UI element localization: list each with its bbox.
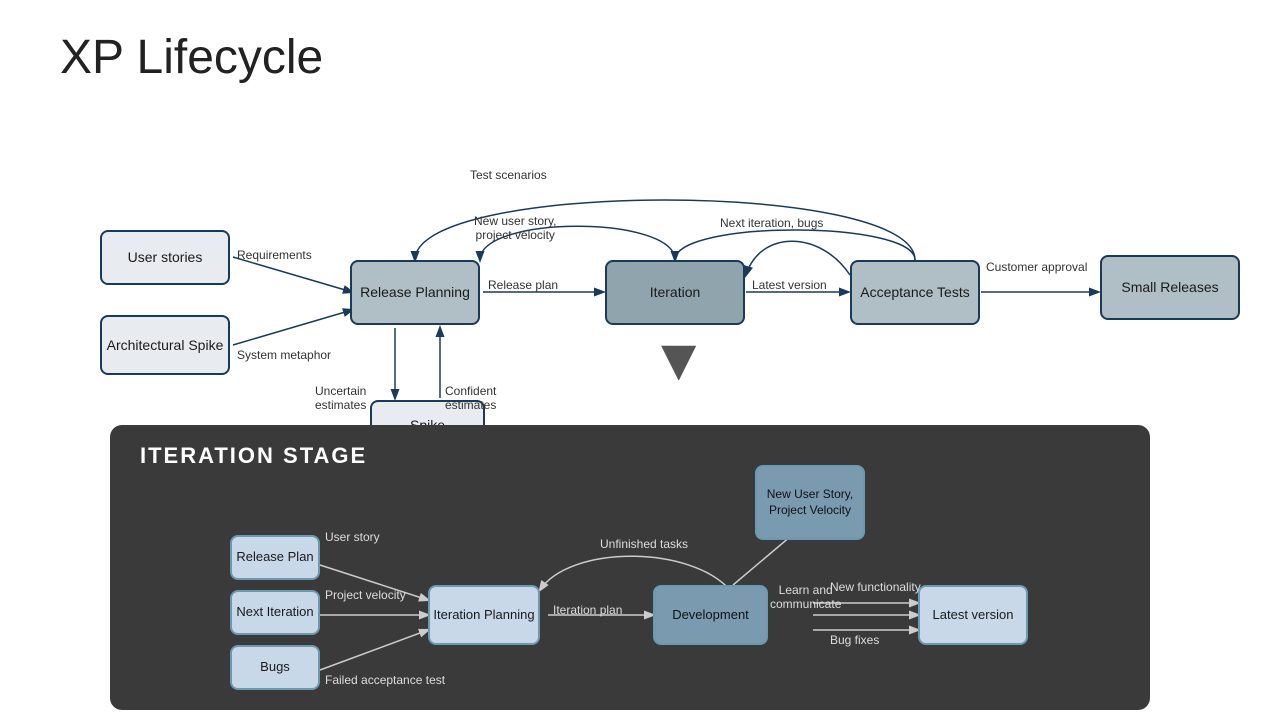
latest-version-box: Latest version xyxy=(918,585,1028,645)
page-title: XP Lifecycle xyxy=(60,30,323,85)
iteration-plan-label: Iteration plan xyxy=(553,603,622,617)
release-planning-box: Release Planning xyxy=(350,260,480,325)
arch-spike-box: Architectural Spike xyxy=(100,315,230,375)
unfinished-tasks-label: Unfinished tasks xyxy=(600,537,688,551)
learn-communicate-label: Learn andcommunicate xyxy=(770,583,841,611)
release-plan-label: Release plan xyxy=(488,278,558,292)
new-user-story-box: New User Story, Project Velocity xyxy=(755,465,865,540)
system-metaphor-label: System metaphor xyxy=(237,348,331,362)
next-iteration-bugs-label: Next iteration, bugs xyxy=(720,216,823,230)
iteration-box: Iteration xyxy=(605,260,745,325)
iteration-stage-title: ITERATION STAGE xyxy=(140,443,367,469)
release-plan-box: Release Plan xyxy=(230,535,320,580)
confident-estimates-label: Confidentestimates xyxy=(445,370,496,412)
failed-acceptance-test-label: Failed acceptance test xyxy=(325,673,445,687)
iteration-stage: ITERATION STAGE Release Plan Next Iterat… xyxy=(110,425,1150,710)
requirements-label: Requirements xyxy=(237,248,312,262)
top-diagram: User stories Architectural Spike Release… xyxy=(40,100,1260,480)
big-down-arrow: ▼ xyxy=(649,330,708,390)
customer-approval-label: Customer approval xyxy=(986,260,1087,274)
acceptance-tests-box: Acceptance Tests xyxy=(850,260,980,325)
uncertain-estimates-label: Uncertainestimates xyxy=(315,370,366,412)
project-velocity-label: Project velocity xyxy=(325,588,406,602)
user-story-label: User story xyxy=(325,530,380,544)
user-stories-box: User stories xyxy=(100,230,230,285)
small-releases-box: Small Releases xyxy=(1100,255,1240,320)
new-user-story-label: New user story,project velocity xyxy=(474,200,556,242)
new-functionality-label: New functionality xyxy=(830,580,921,594)
development-box: Development xyxy=(653,585,768,645)
test-scenarios-label: Test scenarios xyxy=(470,168,547,182)
next-iteration-box: Next Iteration xyxy=(230,590,320,635)
bugs-box: Bugs xyxy=(230,645,320,690)
latest-version-label: Latest version xyxy=(752,278,827,292)
bug-fixes-label: Bug fixes xyxy=(830,633,879,647)
iteration-planning-box: Iteration Planning xyxy=(428,585,540,645)
